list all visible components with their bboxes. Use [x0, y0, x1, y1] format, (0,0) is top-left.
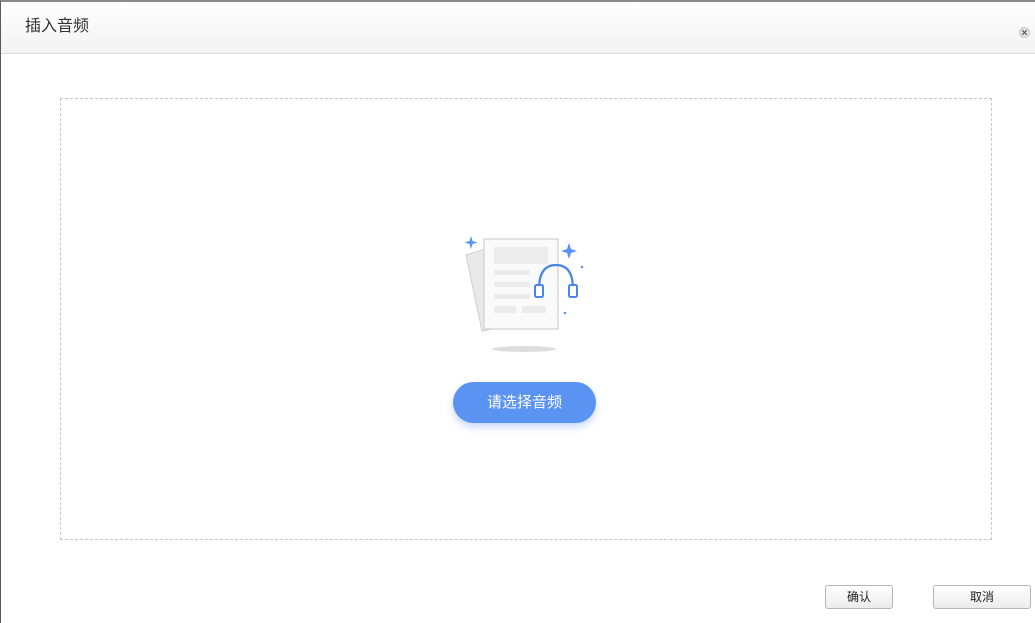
cancel-button[interactable]: 取消 [933, 585, 1031, 609]
dialog-title: 插入音频 [25, 16, 90, 35]
confirm-button[interactable]: 确认 [825, 585, 893, 609]
dialog-titlebar: 插入音频 [1, 2, 1035, 54]
close-icon[interactable] [1019, 27, 1030, 38]
select-audio-button[interactable]: 请选择音频 [453, 382, 596, 423]
insert-audio-dialog: 插入音频 请选择音频 确认 取消 [0, 0, 1035, 623]
document-headphones-icon [458, 231, 588, 361]
